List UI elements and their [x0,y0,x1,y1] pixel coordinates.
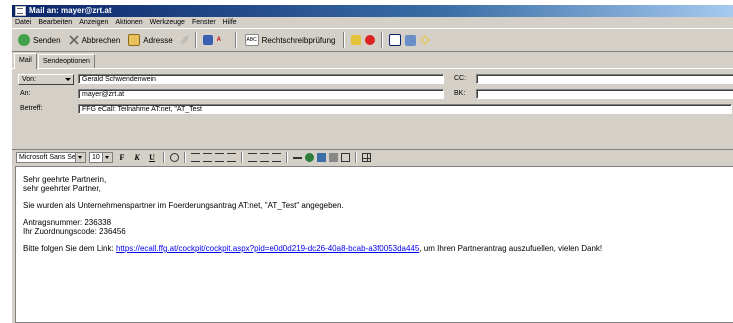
menu-bearbeiten[interactable]: Bearbeiten [37,17,73,28]
format-separator [163,152,165,163]
mail-window: Mail an: mayer@zrt.at Datei Bearbeiten A… [11,5,733,323]
link-paragraph: Bitte folgen Sie dem Link: https://ecall… [23,244,733,253]
send-icon [18,34,30,46]
link-suffix: , um Ihren Partnerantrag auszufuellen, v… [419,244,603,253]
menu-datei[interactable]: Datei [14,17,32,28]
from-field[interactable]: Gerald Schwendenwein [78,74,444,84]
font-size-select[interactable]: 10 [89,152,113,163]
toolbar-separator [234,32,237,48]
menu-aktionen[interactable]: Aktionen [114,17,143,28]
chevron-down-icon [75,153,85,162]
assignment-code: Ihr Zuordnungscode: 236456 [23,227,126,236]
address-label: Adresse [143,35,173,45]
bold-button[interactable]: F [116,153,128,162]
attach-icon[interactable] [179,35,189,45]
send-label: Senden [33,35,61,45]
tab-sendeoptionen[interactable]: Sendeoptionen [37,54,95,68]
spellcheck-label: Rechtschreibprüfung [261,35,336,45]
to-label: An: [20,90,31,97]
main-toolbar: Senden Abbrechen Adresse A ABC Rechtschr… [12,28,733,52]
bullet-list-icon[interactable] [203,153,212,162]
menu-werkzeuge[interactable]: Werkzeuge [149,17,186,28]
message-body[interactable]: Sehr geehrte Partnerin, sehr geehrter Pa… [15,166,733,323]
bk-field[interactable] [476,89,733,99]
format-separator [286,152,288,163]
chevron-down-icon [102,153,112,162]
bookmark-icon[interactable] [420,35,431,45]
bk-label: BK: [454,90,466,97]
title-bar: Mail an: mayer@zrt.at [12,5,733,17]
from-dropdown[interactable]: Von: [18,74,74,85]
menu-fenster[interactable]: Fenster [191,17,217,28]
antrag-number: Antragsnummer: 236338 [23,218,112,227]
spellcheck-icon: ABC [244,34,259,46]
priority-icon[interactable] [365,35,376,45]
align-left-icon[interactable] [248,153,257,162]
subject-field[interactable]: FFG eCall: Teilnahme AT:net, "AT_Test [78,104,732,114]
outdent-icon[interactable] [215,153,224,162]
cc-label: CC: [454,75,467,82]
link-prefix: Bitte folgen Sie dem Link: [23,244,116,253]
font-family-select[interactable]: Microsoft Sans Serif [16,152,86,163]
address-fields: Von: Gerald Schwendenwein An: mayer@zrt.… [12,69,733,125]
view-format-icon[interactable] [389,34,402,46]
toolbar-separator [194,32,197,48]
subject-label: Betreff: [20,105,43,112]
indent-icon[interactable] [227,153,236,162]
menu-bar: Datei Bearbeiten Anzeigen Aktionen Werkz… [12,17,733,28]
mail-window-icon [15,6,26,16]
font-size-value: 10 [92,154,100,161]
address-book-icon [128,34,141,46]
cancel-button[interactable]: Abbrechen [67,31,123,49]
align-center-icon[interactable] [260,153,269,162]
greeting-line-1: Sehr geehrte Partnerin, [23,175,107,184]
text-color-icon[interactable] [170,153,179,162]
underline-button[interactable]: U [146,153,158,162]
format-separator [241,152,243,163]
to-field[interactable]: mayer@zrt.at [78,89,444,99]
chevron-down-icon [65,78,71,81]
cc-field[interactable] [476,74,733,84]
menu-anzeigen[interactable]: Anzeigen [78,17,109,28]
align-right-icon[interactable] [272,153,281,162]
address-button[interactable]: Adresse [126,31,174,49]
horizontal-rule-icon[interactable] [293,156,302,159]
emoticon-icon[interactable] [341,153,350,162]
italic-button[interactable]: K [131,153,143,162]
window-title: Mail an: mayer@zrt.at [29,6,112,15]
insert-object-icon[interactable] [329,153,338,162]
spellcheck-button[interactable]: ABC Rechtschreibprüfung [243,31,338,49]
tab-mail[interactable]: Mail [14,53,37,69]
tab-strip: Mail Sendeoptionen [12,52,733,69]
partner-link[interactable]: https://ecall.ffg.at/cockpit/cockpit.asp… [116,244,419,253]
from-label: Von: [22,76,37,83]
greeting-line-2: sehr geehrter Partner, [23,184,101,193]
toolbar-separator [381,32,384,48]
lock-icon[interactable] [351,35,362,45]
font-family-value: Microsoft Sans Serif [19,154,82,161]
numbered-list-icon[interactable] [191,153,200,162]
scissors-icon [69,35,79,45]
view-plain-icon[interactable] [405,34,417,46]
body-line-1: Sie wurden als Unternehmenspartner im Fo… [23,201,344,210]
save-icon[interactable] [202,35,213,45]
cancel-label: Abbrechen [81,35,121,45]
format-separator [184,152,186,163]
link-icon[interactable] [305,153,314,162]
spell-abc-icon[interactable]: A [217,34,229,46]
format-separator [355,152,357,163]
send-button[interactable]: Senden [16,31,63,49]
image-icon[interactable] [317,153,326,162]
format-toolbar: Microsoft Sans Serif 10 F K U [12,149,733,165]
toolbar-separator [343,32,346,48]
menu-hilfe[interactable]: Hilfe [222,17,238,28]
table-icon[interactable] [362,153,371,162]
